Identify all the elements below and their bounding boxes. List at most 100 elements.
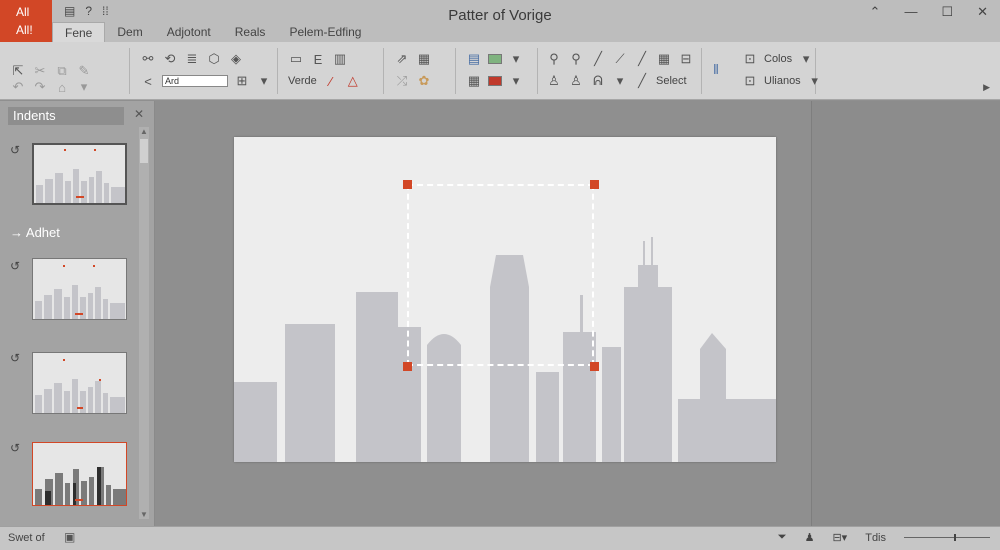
text-input[interactable]: Ard bbox=[162, 75, 228, 87]
resize-handle-top-left[interactable] bbox=[403, 180, 412, 189]
lock-icon[interactable]: ⊟ bbox=[678, 51, 694, 67]
dropdown-icon[interactable]: ▾ bbox=[76, 79, 92, 95]
table-icon[interactable]: ▦ bbox=[416, 51, 432, 67]
comment-icon[interactable]: ▭ bbox=[288, 51, 304, 67]
maximize-icon[interactable]: ☐ bbox=[941, 4, 953, 20]
columns-icon[interactable]: ▥ bbox=[332, 51, 348, 67]
dropdown-icon[interactable]: ▾ bbox=[798, 51, 814, 67]
dropdown-icon[interactable]: ▾ bbox=[807, 73, 823, 89]
size-icon[interactable]: ⊞ bbox=[234, 73, 250, 89]
status-bar: Swet of ▣ ⏷ ♟ ⊟▾ Tdis bbox=[0, 526, 1000, 550]
ribbon-collapse-icon[interactable]: ⌃ bbox=[870, 4, 881, 20]
tag-icon[interactable]: ⬡ bbox=[206, 51, 222, 67]
status-right-controls: ⏷ ♟ ⊟▾ Tdis bbox=[778, 531, 990, 544]
copy-icon[interactable]: ⧉ bbox=[54, 63, 70, 79]
close-icon[interactable]: ✕ bbox=[977, 4, 988, 20]
user-icon[interactable]: ♙ bbox=[568, 73, 584, 89]
slide-thumbnail[interactable] bbox=[32, 352, 127, 414]
file-button-line1: All bbox=[16, 5, 30, 19]
panel-scrollbar[interactable]: ▲ ▼ bbox=[139, 127, 149, 519]
zoom-slider-knob[interactable] bbox=[954, 534, 956, 541]
person-icon[interactable]: ♙ bbox=[546, 73, 562, 89]
colors-label[interactable]: Colos bbox=[764, 53, 792, 65]
thumbnail-skyline bbox=[36, 149, 125, 203]
line-icon[interactable]: ╱ bbox=[634, 51, 650, 67]
select-label[interactable]: Select bbox=[656, 75, 687, 87]
select-arrow-icon[interactable]: ╱ bbox=[634, 73, 650, 89]
link-icon[interactable]: ⚯ bbox=[140, 51, 156, 67]
dropdown-icon[interactable]: ▾ bbox=[508, 73, 524, 89]
slide-marker-icon: ↺ bbox=[10, 351, 21, 365]
scroll-thumb[interactable] bbox=[140, 139, 148, 163]
pen-icon[interactable]: ⁄ bbox=[323, 74, 339, 89]
window-controls: ⌃ — ☐ ✕ bbox=[870, 4, 988, 20]
ribbon-group-layout: ▤ ▾ ▦ ▾ bbox=[462, 48, 538, 94]
dropdown-icon[interactable]: ▾ bbox=[508, 51, 524, 67]
file-button[interactable]: All All! bbox=[0, 0, 52, 42]
lasso-icon[interactable]: ᕱ bbox=[590, 73, 606, 89]
section-label[interactable]: → Adhet bbox=[10, 225, 60, 240]
tab-picture-editing[interactable]: Pelem-Edfing bbox=[277, 22, 373, 42]
ribbon-expand-icon[interactable]: ▶ bbox=[983, 82, 990, 93]
scroll-up-icon[interactable]: ▲ bbox=[139, 127, 149, 136]
tab-home[interactable]: Fene bbox=[52, 22, 106, 42]
style-icon[interactable]: ✿ bbox=[416, 73, 432, 89]
zoom-icon[interactable]: ⚲ bbox=[568, 51, 584, 67]
align-icon[interactable]: ≣ bbox=[184, 51, 200, 67]
thumbnail-skyline bbox=[35, 359, 125, 413]
filter-icon[interactable]: ⏷ bbox=[778, 531, 787, 544]
colors-icon[interactable]: ⊡ bbox=[742, 51, 758, 67]
minimize-icon[interactable]: — bbox=[904, 4, 917, 20]
person-icon[interactable]: ♟ bbox=[805, 531, 815, 544]
grid-icon[interactable]: ▦ bbox=[466, 73, 482, 89]
find-icon[interactable]: ⚲ bbox=[546, 51, 562, 67]
rotate-icon[interactable]: ⟲ bbox=[162, 51, 178, 67]
format-painter-icon[interactable]: ✎ bbox=[76, 63, 92, 79]
ribbon-group-drawing: ⇗ ▦ ⤮ ✿ bbox=[390, 48, 456, 94]
warning-icon[interactable]: △ bbox=[345, 73, 361, 89]
tab-reals[interactable]: Reals bbox=[223, 22, 278, 42]
zoom-slider[interactable] bbox=[904, 534, 990, 541]
back-icon[interactable]: < bbox=[140, 74, 156, 89]
undo-icon[interactable]: ↶ bbox=[10, 79, 26, 95]
slide-thumbnail[interactable] bbox=[32, 143, 127, 205]
slides-panel: Indents ✕ ▲ ▼ ↺ → Adhet ↺ ↺ ↺ bbox=[0, 101, 155, 526]
color-swatch-green[interactable] bbox=[488, 54, 502, 64]
cut-icon[interactable]: ✂ bbox=[32, 63, 48, 79]
thumbnail-skyline bbox=[35, 467, 126, 505]
color-swatch-red[interactable] bbox=[488, 76, 502, 86]
brush-icon[interactable]: ⌂ bbox=[54, 80, 70, 95]
slide-marker-icon: ↺ bbox=[10, 441, 21, 455]
eyedropper-icon[interactable]: ⟋ bbox=[612, 51, 628, 67]
slide-thumbnail-selected[interactable] bbox=[32, 442, 127, 506]
arrange-icon[interactable]: ⤮ bbox=[394, 73, 410, 89]
tab-adjustment[interactable]: Adjotont bbox=[155, 22, 223, 42]
more-icon[interactable]: ▾ bbox=[256, 73, 272, 89]
resize-handle-top-right[interactable] bbox=[590, 180, 599, 189]
slide-thumbnail[interactable] bbox=[32, 258, 127, 320]
shape-icon[interactable]: ⇗ bbox=[394, 51, 410, 67]
close-icon[interactable]: ✕ bbox=[134, 107, 144, 121]
ribbon-tabs: Fene Dem Adjotont Reals Pelem-Edfing bbox=[52, 22, 373, 42]
layout-icon[interactable]: ▤ bbox=[466, 51, 482, 67]
tab-design[interactable]: Dem bbox=[105, 22, 154, 42]
dropdown-icon[interactable]: ▾ bbox=[612, 73, 628, 89]
paste-icon[interactable]: ⇱ bbox=[10, 63, 26, 79]
resize-handle-bottom-left[interactable] bbox=[403, 362, 412, 371]
effects-icon[interactable]: ⊡ bbox=[742, 73, 758, 89]
grid-select-icon[interactable]: ▦ bbox=[656, 51, 672, 67]
pencil-icon[interactable]: ╱ bbox=[590, 51, 606, 67]
redo-icon[interactable]: ↷ bbox=[32, 79, 48, 95]
ulianos-label[interactable]: Ulianos bbox=[764, 75, 801, 87]
chart-icon[interactable]: ⦀ bbox=[708, 62, 724, 78]
scroll-down-icon[interactable]: ▼ bbox=[139, 510, 149, 519]
panel-title: Indents bbox=[8, 107, 124, 125]
textbox-icon[interactable]: E bbox=[310, 52, 326, 67]
verde-label[interactable]: Verde bbox=[288, 75, 317, 87]
ribbon-group-font: ⚯ ⟲ ≣ ⬡ ◈ < Ard ⊞ ▾ bbox=[136, 48, 278, 94]
fill-icon[interactable]: ◈ bbox=[228, 51, 244, 67]
resize-handle-bottom-right[interactable] bbox=[590, 362, 599, 371]
notes-icon[interactable]: ▣ bbox=[64, 530, 75, 544]
selection-box[interactable] bbox=[407, 184, 594, 366]
view-icon[interactable]: ⊟▾ bbox=[832, 531, 847, 544]
